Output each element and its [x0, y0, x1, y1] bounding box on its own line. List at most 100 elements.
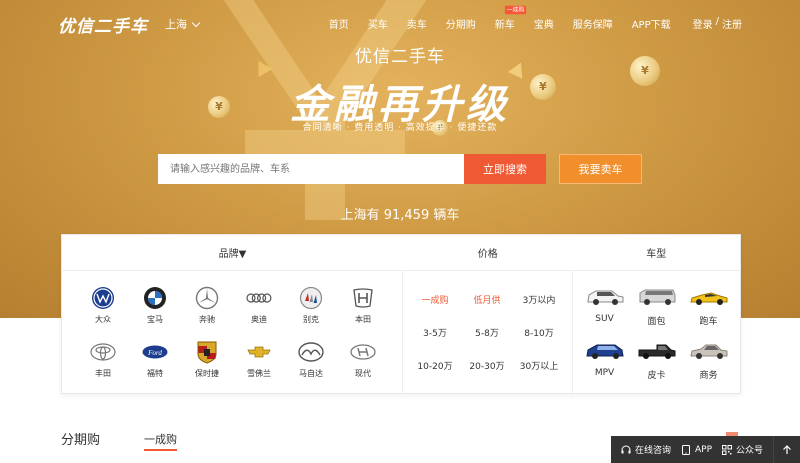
- nav-installment[interactable]: 分期购: [446, 16, 476, 31]
- tab-installment[interactable]: 分期购: [61, 429, 100, 451]
- sports-car-icon: [689, 292, 727, 305]
- vehicle-type-label: 跑车: [699, 317, 718, 327]
- price-option[interactable]: 10-20万: [409, 359, 461, 372]
- vehicle-type-label: 皮卡: [647, 371, 666, 381]
- price-option[interactable]: 30万以上: [513, 359, 565, 372]
- brand-item[interactable]: 奔驰: [181, 285, 233, 325]
- vehicle-type-label: SUV: [595, 314, 614, 324]
- brand-item[interactable]: 大众: [77, 285, 129, 325]
- site-logo[interactable]: 优信二手车: [58, 12, 148, 37]
- chevrolet-logo-icon: [246, 339, 272, 365]
- brand-name: 现代: [355, 369, 371, 378]
- toyota-logo-icon: [90, 339, 116, 365]
- nav-app-download[interactable]: APP下载: [632, 16, 671, 31]
- filter-panel-header: 品牌▼ 价格 车型: [62, 235, 740, 271]
- brand-item[interactable]: 现代: [337, 339, 389, 379]
- nav-buy[interactable]: 买车: [368, 16, 388, 31]
- ford-logo-icon: Ford: [142, 339, 168, 365]
- brand-item[interactable]: 别克: [285, 285, 337, 325]
- app-button[interactable]: APP: [681, 444, 712, 455]
- brand-item[interactable]: 本田: [337, 285, 389, 325]
- van-icon: [639, 289, 675, 305]
- wechat-button[interactable]: 公众号: [722, 443, 763, 456]
- online-consult-label: 在线咨询: [635, 446, 672, 456]
- headset-icon: [621, 445, 631, 455]
- brand-item[interactable]: 马自达: [285, 339, 337, 379]
- price-option[interactable]: 8-10万: [513, 326, 565, 339]
- login-link[interactable]: 登录: [693, 16, 713, 31]
- mazda-logo-icon: [298, 339, 324, 365]
- nav-service[interactable]: 服务保障: [573, 16, 613, 31]
- brand-item[interactable]: 奥迪: [233, 285, 285, 325]
- hyundai-logo-icon: [350, 339, 376, 365]
- inventory-count: 上海有 91,459 辆车: [340, 208, 460, 223]
- brand-name: 宝马: [147, 315, 163, 324]
- brand-item[interactable]: Ford 福特: [129, 339, 181, 379]
- porsche-logo-icon: [194, 339, 220, 365]
- city-selector[interactable]: 上海: [165, 16, 201, 32]
- tab-one-tenth[interactable]: 一成购: [144, 429, 178, 451]
- brand-name: 别克: [303, 315, 319, 324]
- price-option[interactable]: 3万以内: [513, 293, 565, 306]
- nav-new-car[interactable]: 新车 一成购: [495, 5, 526, 31]
- brand-name: 保时捷: [195, 369, 219, 378]
- price-option[interactable]: 3-5万: [409, 326, 461, 339]
- brand-name: 本田: [355, 315, 371, 324]
- vehicle-type-label: MPV: [594, 368, 615, 378]
- arrow-up-icon: [783, 444, 791, 454]
- audi-logo-icon: [246, 285, 272, 311]
- top-nav: 优信二手车 上海 首页 买车 卖车 分期购 新车 一成购 宝典 服务保障 APP…: [0, 0, 800, 44]
- vehicle-type-business[interactable]: 商务: [683, 341, 735, 381]
- brand-item[interactable]: 雪佛兰: [233, 339, 285, 379]
- price-option[interactable]: 20-30万: [461, 359, 513, 372]
- type-header: 车型: [646, 249, 667, 260]
- vehicle-type-van[interactable]: 面包: [631, 287, 683, 327]
- brand-name: 奥迪: [251, 315, 267, 324]
- vehicle-type-pickup[interactable]: 皮卡: [631, 341, 683, 381]
- vehicle-type-label: 商务: [699, 371, 718, 381]
- buick-logo-icon: [298, 285, 324, 311]
- city-label: 上海: [165, 18, 187, 31]
- brand-header[interactable]: 品牌▼: [62, 235, 403, 270]
- suv-icon: [587, 290, 623, 305]
- price-option[interactable]: 一成购: [409, 293, 461, 306]
- price-option[interactable]: 5-8万: [461, 326, 513, 339]
- vehicle-type-label: 面包: [647, 317, 666, 327]
- price-header: 价格: [477, 249, 498, 260]
- chevron-down-icon: [191, 18, 201, 28]
- online-consult-button[interactable]: 在线咨询: [621, 443, 671, 456]
- search-input[interactable]: [158, 154, 464, 184]
- vehicle-type-column: SUV 面包 跑车 MPV 皮卡 商务: [573, 271, 741, 395]
- vehicle-type-mpv[interactable]: MPV: [579, 341, 631, 381]
- phone-icon: [681, 444, 691, 455]
- brand-item[interactable]: 保时捷: [181, 339, 233, 379]
- honda-logo-icon: [350, 285, 376, 311]
- brand-name: 奔驰: [199, 315, 215, 324]
- brand-item[interactable]: 宝马: [129, 285, 181, 325]
- nav-guide[interactable]: 宝典: [534, 16, 554, 31]
- bmw-logo-icon: [142, 285, 168, 311]
- nav-sell[interactable]: 卖车: [407, 16, 427, 31]
- vw-logo-icon: [90, 285, 116, 311]
- pickup-icon: [638, 344, 675, 359]
- register-link[interactable]: 注册: [722, 16, 742, 31]
- vehicle-type-suv[interactable]: SUV: [579, 287, 631, 327]
- price-option[interactable]: 低月供: [461, 293, 513, 306]
- brand-name: 丰田: [95, 369, 111, 378]
- floating-toolbar: 在线咨询 APP 公众号: [611, 436, 800, 463]
- login-separator: /: [715, 16, 719, 27]
- price-column: 一成购 低月供 3万以内 3-5万 5-8万 8-10万 10-20万 20-3…: [403, 271, 573, 395]
- hero-tags: 合同清晰 · 费用透明 · 高效提车 · 便捷还款: [302, 123, 498, 133]
- hero-subtitle: 优信二手车: [355, 47, 445, 67]
- search-button[interactable]: 立即搜索: [464, 154, 546, 184]
- vehicle-type-sports[interactable]: 跑车: [683, 287, 735, 327]
- back-to-top-button[interactable]: [773, 436, 800, 463]
- nav-links: 首页 买车 卖车 分期购 新车 一成购 宝典 服务保障 APP下载 登录 / 注…: [310, 5, 742, 31]
- nav-home[interactable]: 首页: [329, 16, 349, 31]
- brand-item[interactable]: 丰田: [77, 339, 129, 379]
- benz-logo-icon: [194, 285, 220, 311]
- wechat-label: 公众号: [736, 446, 764, 456]
- mpv-icon: [585, 344, 624, 359]
- sell-car-button[interactable]: 我要卖车: [559, 154, 642, 184]
- brand-column: 大众 宝马 奔驰 奥迪 别克 本田 丰田 Ford 福特 保时捷 雪佛兰 马自达…: [62, 271, 403, 395]
